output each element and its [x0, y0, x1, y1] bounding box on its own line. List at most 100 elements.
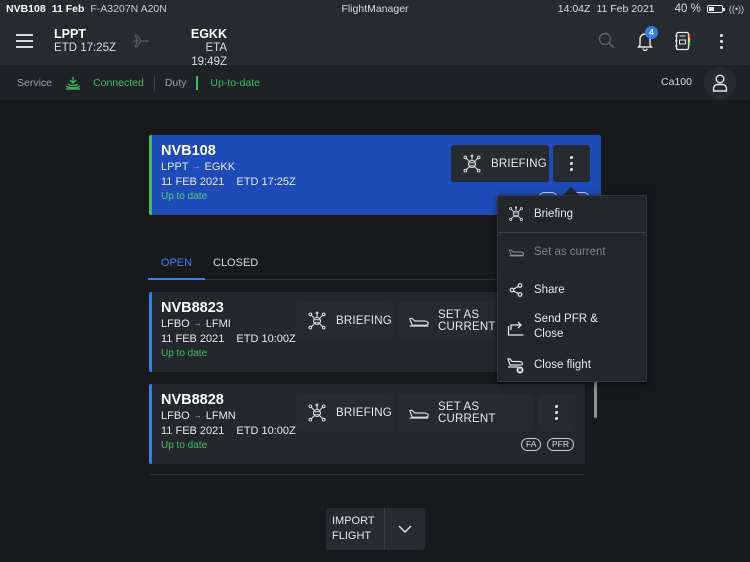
import-flight-button[interactable]: IMPORT FLIGHT [326, 508, 385, 550]
service-bar: Service Connected Duty Up-to-date Ca100 [0, 65, 750, 100]
share-icon [509, 283, 523, 297]
briefing-button[interactable]: BRIEFING [451, 145, 549, 182]
sync-status: Up to date [161, 348, 208, 359]
search-button[interactable] [588, 27, 626, 55]
menu-item-briefing[interactable]: Briefing [498, 202, 646, 226]
set-as-current-button[interactable]: SET AS CURRENT [398, 394, 533, 431]
import-dropdown-button[interactable] [385, 508, 425, 550]
import-label-line2: FLIGHT [332, 530, 372, 542]
destination: LFMN [205, 410, 236, 422]
departure-time: ETD 17:25Z [54, 42, 116, 54]
briefing-button[interactable]: BRIEFING [296, 394, 393, 431]
list-scrollbar[interactable] [594, 380, 597, 418]
departure-code: LPPT [54, 27, 86, 41]
menu-item-label: Share [534, 284, 565, 296]
flight-context-menu: Briefing Set as current Share Send PFR &… [497, 195, 647, 382]
flight-route: LFBO → LFMI [161, 317, 296, 332]
status-time: 14:04Z [557, 2, 591, 15]
menu-divider [498, 232, 646, 233]
notifications-button[interactable]: 4 [626, 26, 664, 55]
etd: ETD 17:25Z [236, 176, 296, 188]
import-label-line1: IMPORT [332, 515, 375, 527]
etd: ETD 10:00Z [236, 425, 296, 437]
briefing-button[interactable]: BRIEFING [296, 302, 393, 339]
user-icon [712, 74, 728, 92]
origin: LPPT [161, 161, 189, 173]
flight-date: 11 FEB 2021 ETD 10:00Z [161, 332, 296, 347]
destination: LFMI [205, 318, 231, 330]
flight-id: NVB108 [161, 143, 216, 159]
menu-item-label-line2: Close [534, 328, 564, 340]
status-bar: NVB108 11 Feb F-A3207N A20N FlightManager … [0, 0, 750, 17]
import-flight-split-button: IMPORT FLIGHT [326, 508, 425, 550]
origin: LFBO [161, 410, 190, 422]
briefing-label: BRIEFING [491, 157, 547, 170]
connected-icon [65, 76, 81, 90]
status-full-date: 11 Feb 2021 [596, 2, 655, 15]
etd: ETD 10:00Z [236, 333, 296, 345]
sync-status: Up to date [161, 191, 208, 202]
briefing-icon [508, 206, 524, 222]
chip-fa: FA [521, 438, 542, 451]
flight-route: LPPT → EGKK [161, 160, 296, 175]
avatar[interactable] [704, 67, 736, 99]
duty-label: Duty [164, 76, 187, 89]
signal-icon: ((•)) [728, 3, 744, 14]
more-vert-icon [555, 405, 558, 420]
flight-date: 11 FEB 2021 ETD 17:25Z [161, 175, 296, 190]
date: 11 FEB 2021 [161, 425, 225, 437]
menu-item-label-line1: Send PFR & [534, 313, 598, 325]
plane-takeoff-icon [408, 407, 430, 419]
battery-icon [706, 4, 725, 13]
flight-route: LFBO → LFMN [161, 409, 296, 424]
tab-open[interactable]: OPEN [148, 257, 205, 280]
briefing-icon [307, 403, 327, 423]
plane-takeoff-icon [508, 247, 525, 257]
menu-item-label: Briefing [534, 208, 573, 220]
divider [150, 474, 584, 475]
menu-item-share[interactable]: Share [498, 278, 646, 302]
status-flight-id: NVB108 [6, 2, 46, 15]
status-date: 11 Feb [51, 2, 85, 15]
more-vert-icon [719, 33, 723, 49]
more-vert-icon [570, 156, 573, 171]
menu-item-close-flight[interactable]: Close flight [498, 353, 646, 377]
set-as-current-label: SET AS CURRENT [438, 400, 496, 425]
menu-icon[interactable] [16, 34, 33, 48]
briefing-label: BRIEFING [336, 314, 392, 327]
arrow-right-icon: → [192, 162, 201, 171]
flight-date: 11 FEB 2021 ETD 10:00Z [161, 424, 296, 439]
header-departure: LPPT ETD 17:25Z [54, 27, 116, 55]
menu-item-label: Close flight [534, 359, 591, 371]
app-header: LPPT ETD 17:25Z EGKK ETA 19:49Z 4 [0, 17, 750, 68]
service-label: Service [17, 76, 53, 89]
tab-closed[interactable]: CLOSED [213, 257, 258, 269]
flight-more-button[interactable] [538, 394, 575, 431]
briefing-label: BRIEFING [336, 406, 392, 419]
date: 11 FEB 2021 [161, 176, 225, 188]
service-status: Connected [93, 76, 144, 89]
flight-card[interactable]: NVB8828 LFBO → LFMN 11 FEB 2021 ETD 10:00Z … [149, 384, 585, 464]
plane-icon [132, 34, 149, 48]
close-flight-icon [507, 358, 524, 374]
origin: LFBO [161, 318, 190, 330]
logbook-button[interactable] [664, 27, 702, 55]
flight-id: NVB8823 [161, 300, 224, 316]
menu-item-send-pfr-close[interactable]: Send PFR & Close [498, 311, 646, 343]
flight-id: NVB8828 [161, 392, 224, 408]
destination: EGKK [204, 161, 236, 173]
more-options-button[interactable] [702, 27, 740, 55]
search-icon [598, 32, 615, 49]
duty-status: Up-to-date [210, 76, 261, 89]
date: 11 FEB 2021 [161, 333, 225, 345]
flight-more-button[interactable] [553, 145, 590, 182]
arrival-code: EGKK [190, 27, 227, 41]
menu-item-set-as-current: Set as current [498, 240, 646, 264]
header-arrival: EGKK ETA 19:49Z [172, 27, 227, 69]
divider [153, 74, 155, 91]
plane-takeoff-icon [408, 315, 430, 327]
status-aircraft: F-A3207N A20N [90, 2, 167, 15]
briefing-icon [307, 311, 327, 331]
battery-percent: 40 % [674, 2, 701, 15]
menu-item-label: Set as current [534, 246, 606, 258]
